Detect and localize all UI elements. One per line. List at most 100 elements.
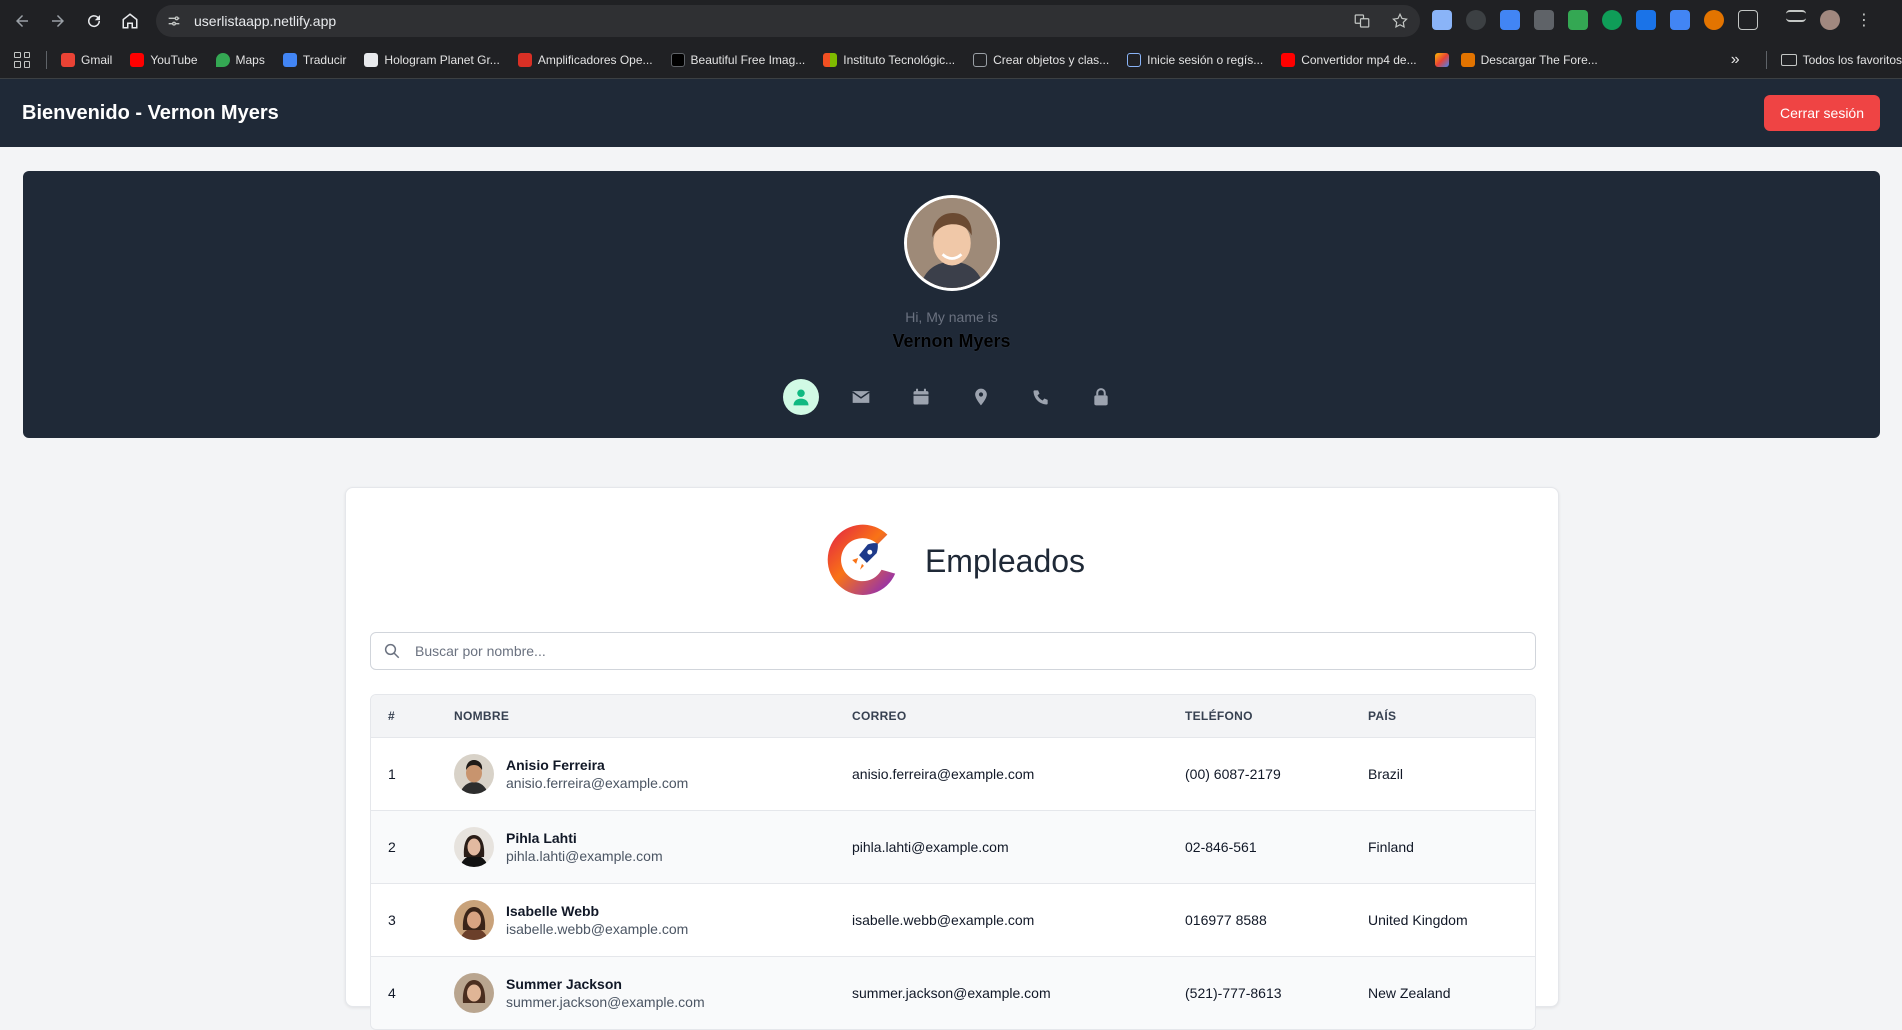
menu-icon[interactable]: ⋮ bbox=[1854, 10, 1874, 30]
bookmark-crear-objetos[interactable]: Crear objetos y clas... bbox=[973, 52, 1109, 67]
employee-phone: 016977 8588 bbox=[1185, 912, 1267, 928]
gmail-icon bbox=[61, 52, 75, 67]
table-row[interactable]: 3 Isabelle Webb isabelle.webb@example.co… bbox=[371, 883, 1535, 956]
map-marker-icon[interactable] bbox=[963, 379, 999, 415]
employees-card: Empleados # NOMBRE CORREO TELÉFONO PAÍS … bbox=[345, 487, 1559, 1030]
bookmark-convertidor[interactable]: Convertidor mp4 de... bbox=[1281, 52, 1417, 67]
browser-toolbar: userlistaapp.netlify.app ⋮ bbox=[0, 0, 1902, 41]
extension-icon[interactable] bbox=[1534, 10, 1554, 30]
profile-greeting: Hi, My name is bbox=[905, 309, 998, 325]
image-site-icon bbox=[670, 52, 685, 67]
bookmark-youtube[interactable]: YouTube bbox=[130, 52, 198, 67]
apps-grid-icon[interactable] bbox=[14, 51, 30, 68]
bookmarks-bar: Gmail YouTube Maps Traducir Hologram Pla… bbox=[0, 41, 1902, 79]
app-header: Bienvenido - Vernon Myers Cerrar sesión bbox=[0, 79, 1902, 147]
extension-icon[interactable] bbox=[1466, 10, 1486, 30]
bookmark-instituto[interactable]: Instituto Tecnológic... bbox=[823, 52, 955, 67]
divider bbox=[46, 50, 47, 69]
translate-icon[interactable] bbox=[1352, 11, 1372, 31]
avatar bbox=[454, 754, 494, 794]
employee-email: isabelle.webb@example.com bbox=[852, 912, 1035, 928]
employee-subtitle-email: isabelle.webb@example.com bbox=[506, 921, 689, 937]
employee-email: pihla.lahti@example.com bbox=[852, 839, 1009, 855]
lock-icon[interactable] bbox=[1083, 379, 1119, 415]
reload-icon[interactable] bbox=[76, 3, 112, 39]
employee-country: Brazil bbox=[1368, 766, 1404, 782]
document-icon bbox=[973, 52, 988, 67]
user-icon[interactable] bbox=[783, 379, 819, 415]
extension-icon[interactable] bbox=[1602, 10, 1622, 30]
bookmark-amplificadores[interactable]: Amplificadores Ope... bbox=[517, 52, 653, 67]
phone-icon[interactable] bbox=[1023, 379, 1059, 415]
extension-icon[interactable] bbox=[1636, 10, 1656, 30]
bookmark-gmail[interactable]: Gmail bbox=[61, 52, 112, 67]
bookmark-inicie-sesion[interactable]: Inicie sesión o regís... bbox=[1127, 52, 1263, 67]
home-icon[interactable] bbox=[112, 3, 148, 39]
table-row[interactable]: 2 Pihla Lahti pihla.lahti@example.com pi… bbox=[371, 810, 1535, 883]
bookmark-colorful[interactable] bbox=[1434, 52, 1449, 67]
microsoft-icon bbox=[823, 52, 838, 67]
site-info-icon[interactable] bbox=[164, 11, 184, 31]
profile-avatar bbox=[904, 195, 1000, 291]
employee-phone: 02-846-561 bbox=[1185, 839, 1257, 855]
all-bookmarks-link[interactable]: Todos los favoritos bbox=[1803, 53, 1902, 67]
column-header-name[interactable]: NOMBRE bbox=[454, 709, 852, 723]
employees-title: Empleados bbox=[924, 542, 1086, 579]
bookmark-maps[interactable]: Maps bbox=[215, 52, 265, 67]
download-site-icon bbox=[1460, 52, 1475, 67]
employee-subtitle-email: pihla.lahti@example.com bbox=[506, 848, 663, 864]
extension-icon[interactable] bbox=[1670, 10, 1690, 30]
folder-icon bbox=[1780, 54, 1797, 66]
calendar-icon[interactable] bbox=[903, 379, 939, 415]
divider bbox=[1765, 51, 1767, 69]
profile-card: Hi, My name is Vernon Myers bbox=[23, 171, 1880, 438]
row-number: 2 bbox=[388, 839, 396, 855]
address-bar[interactable]: userlistaapp.netlify.app bbox=[156, 5, 1420, 37]
envelope-icon[interactable] bbox=[843, 379, 879, 415]
colorful-site-icon bbox=[1434, 52, 1449, 67]
search-input[interactable] bbox=[413, 642, 1513, 660]
column-header-email[interactable]: CORREO bbox=[852, 709, 1185, 723]
youtube-icon bbox=[1281, 52, 1296, 67]
play-icon bbox=[364, 52, 379, 67]
employee-subtitle-email: anisio.ferreira@example.com bbox=[506, 775, 689, 791]
search-box bbox=[370, 632, 1536, 670]
table-row[interactable]: 1 Anisio Ferreira anisio.ferreira@exampl… bbox=[371, 737, 1535, 810]
profile-tabs bbox=[783, 379, 1119, 415]
avatar bbox=[454, 827, 494, 867]
forward-icon[interactable] bbox=[40, 3, 76, 39]
rocket-logo-icon bbox=[819, 517, 903, 606]
translate-icon bbox=[282, 52, 297, 67]
employee-name: Pihla Lahti bbox=[506, 830, 577, 846]
back-icon[interactable] bbox=[4, 3, 40, 39]
bookmark-traducir[interactable]: Traducir bbox=[282, 52, 346, 67]
extension-icon[interactable] bbox=[1568, 10, 1588, 30]
logout-button[interactable]: Cerrar sesión bbox=[1763, 95, 1880, 131]
extension-icon[interactable] bbox=[1500, 10, 1520, 30]
employee-phone: (00) 6087-2179 bbox=[1185, 766, 1281, 782]
bookmark-star-icon[interactable] bbox=[1390, 11, 1410, 31]
reading-list-icon[interactable] bbox=[1786, 10, 1806, 22]
employee-country: United Kingdom bbox=[1368, 912, 1468, 928]
profile-name: Vernon Myers bbox=[892, 331, 1011, 351]
employee-country: Finland bbox=[1368, 839, 1414, 855]
table-row[interactable]: 4 Summer Jackson summer.jackson@example.… bbox=[371, 956, 1535, 1029]
more-bookmarks-icon[interactable]: » bbox=[1731, 51, 1740, 69]
bookmark-images[interactable]: Beautiful Free Imag... bbox=[670, 52, 805, 67]
profile-avatar-icon[interactable] bbox=[1820, 10, 1840, 30]
bookmark-descargar[interactable]: Descargar The Fore... bbox=[1460, 52, 1598, 67]
column-header-country[interactable]: PAÍS bbox=[1368, 709, 1535, 723]
puzzle-icon[interactable] bbox=[1738, 10, 1758, 30]
extension-icon[interactable] bbox=[1704, 10, 1724, 30]
youtube-icon bbox=[130, 52, 145, 67]
avatar bbox=[454, 900, 494, 940]
bookmark-hologram[interactable]: Hologram Planet Gr... bbox=[364, 52, 500, 67]
column-header-phone[interactable]: TELÉFONO bbox=[1185, 709, 1368, 723]
column-header-number[interactable]: # bbox=[371, 709, 454, 723]
extension-icon[interactable] bbox=[1432, 10, 1452, 30]
employee-name: Anisio Ferreira bbox=[506, 757, 605, 773]
url-text[interactable]: userlistaapp.netlify.app bbox=[194, 13, 336, 29]
extensions-bar: ⋮ bbox=[1432, 10, 1874, 30]
employee-name: Isabelle Webb bbox=[506, 903, 600, 919]
employee-email: anisio.ferreira@example.com bbox=[852, 766, 1035, 782]
